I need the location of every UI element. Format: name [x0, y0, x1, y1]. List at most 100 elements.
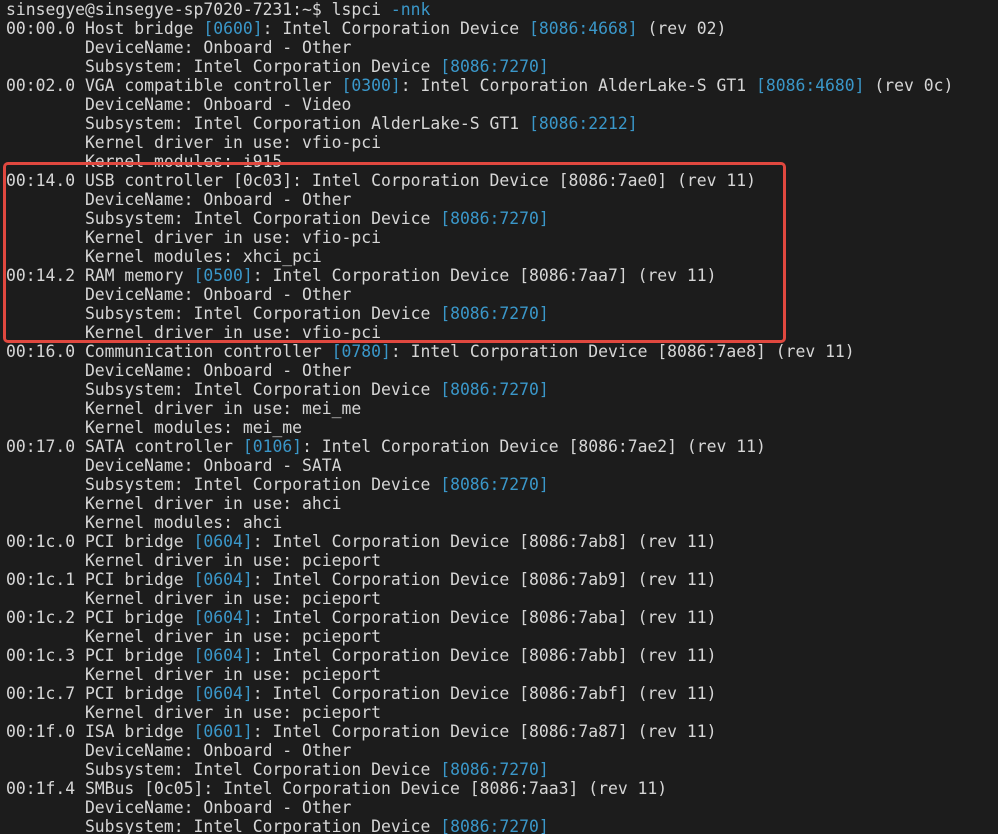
output-line: 00:1c.2 PCI bridge [0604]: Intel Corpora… — [6, 608, 953, 627]
output-line: Kernel modules: i915 — [6, 152, 953, 171]
output-line: 00:14.0 USB controller [0c03]: Intel Cor… — [6, 171, 953, 190]
output-line: Subsystem: Intel Corporation Device [808… — [6, 475, 953, 494]
output-text: Subsystem: Intel Corporation Device — [6, 380, 441, 399]
output-line: DeviceName: Onboard - Other — [6, 361, 953, 380]
output-line: Kernel driver in use: vfio-pci — [6, 133, 953, 152]
output-line: Kernel driver in use: pcieport — [6, 589, 953, 608]
terminal-window[interactable]: sinsegye@sinsegye-sp7020-7231:~$ lspci -… — [0, 0, 998, 834]
output-line: 00:1f.4 SMBus [0c05]: Intel Corporation … — [6, 779, 953, 798]
output-line: Subsystem: Intel Corporation Device [808… — [6, 57, 953, 76]
output-line: Kernel driver in use: pcieport — [6, 665, 953, 684]
output-line: 00:02.0 VGA compatible controller [0300]… — [6, 76, 953, 95]
output-text: 00:02.0 VGA compatible controller — [6, 76, 342, 95]
output-line: 00:00.0 Host bridge [0600]: Intel Corpor… — [6, 19, 953, 38]
output-text: sinsegye@sinsegye-sp7020-7231:~$ lspci — [6, 0, 391, 19]
output-text: DeviceName: Onboard - Video — [6, 95, 352, 114]
output-line: Kernel modules: ahci — [6, 513, 953, 532]
output-text: DeviceName: Onboard - Other — [6, 38, 352, 57]
output-text: Kernel modules: i915 — [6, 152, 283, 171]
output-line: Kernel driver in use: pcieport — [6, 551, 953, 570]
output-line: Subsystem: Intel Corporation Device [808… — [6, 380, 953, 399]
output-line: DeviceName: Onboard - SATA — [6, 456, 953, 475]
hex-id-text: [0604] — [193, 646, 253, 665]
output-line: Kernel modules: xhci_pci — [6, 247, 953, 266]
output-text: Subsystem: Intel Corporation Device — [6, 57, 441, 76]
output-text: 00:1f.4 SMBus [0c05]: Intel Corporation … — [6, 779, 668, 798]
output-text: DeviceName: Onboard - Other — [6, 285, 352, 304]
output-text: Kernel driver in use: vfio-pci — [6, 133, 381, 152]
output-text: : Intel Corporation Device [8086:7ab8] (… — [252, 532, 717, 551]
output-text: Kernel modules: ahci — [6, 513, 283, 532]
output-text: : Intel Corporation Device [8086:7a87] (… — [252, 722, 717, 741]
output-text: Kernel driver in use: pcieport — [6, 551, 381, 570]
output-line: DeviceName: Onboard - Other — [6, 741, 953, 760]
hex-id-text: -nnk — [390, 0, 431, 19]
output-text: 00:1c.7 PCI bridge — [6, 684, 194, 703]
terminal-output: sinsegye@sinsegye-sp7020-7231:~$ lspci -… — [6, 0, 953, 834]
hex-id-text: [8086:7270] — [440, 817, 549, 834]
hex-id-text: [0106] — [242, 437, 303, 456]
output-text: : Intel Corporation Device [8086:7aa7] (… — [252, 266, 717, 285]
output-line: Subsystem: Intel Corporation Device [808… — [6, 209, 953, 228]
hex-id-text: [0600] — [203, 19, 263, 38]
output-text: Subsystem: Intel Corporation Device — [6, 304, 441, 323]
output-text: DeviceName: Onboard - Other — [6, 741, 352, 760]
output-line: Subsystem: Intel Corporation Device [808… — [6, 760, 953, 779]
output-line: Subsystem: Intel Corporation AlderLake-S… — [6, 114, 953, 133]
output-text: : Intel Corporation Device [8086:7ae2] (… — [302, 437, 766, 456]
hex-id-text: [0604] — [193, 684, 253, 703]
output-text: : Intel Corporation Device — [262, 19, 530, 38]
output-line: 00:14.2 RAM memory [0500]: Intel Corpora… — [6, 266, 953, 285]
output-text: Subsystem: Intel Corporation Device — [6, 209, 441, 228]
output-line: DeviceName: Onboard - Other — [6, 285, 953, 304]
output-text: Kernel modules: xhci_pci — [6, 247, 322, 266]
output-text: : Intel Corporation Device [8086:7ab9] (… — [252, 570, 717, 589]
output-line: Kernel modules: mei_me — [6, 418, 953, 437]
output-text: Kernel modules: mei_me — [6, 418, 303, 437]
output-text: (rev 02) — [637, 19, 727, 38]
output-text: : Intel Corporation Device [8086:7aba] (… — [252, 608, 717, 627]
output-line: Subsystem: Intel Corporation Device [808… — [6, 304, 953, 323]
output-text: Subsystem: Intel Corporation Device — [6, 817, 441, 834]
output-line: 00:1f.0 ISA bridge [0601]: Intel Corpora… — [6, 722, 953, 741]
hex-id-text: [0780] — [331, 342, 391, 361]
output-text: DeviceName: Onboard - SATA — [6, 456, 342, 475]
output-text: Kernel driver in use: pcieport — [6, 665, 381, 684]
output-text: : Intel Corporation AlderLake-S GT1 — [400, 76, 756, 95]
output-text: 00:17.0 SATA controller — [6, 437, 243, 456]
hex-id-text: [0601] — [193, 722, 253, 741]
output-text: Subsystem: Intel Corporation AlderLake-S… — [6, 114, 530, 133]
hex-id-text: [8086:4668] — [529, 19, 638, 38]
hex-id-text: [8086:4680] — [755, 76, 865, 95]
output-line: DeviceName: Onboard - Other — [6, 798, 953, 817]
hex-id-text: [8086:7270] — [440, 57, 549, 76]
output-text: 00:1c.2 PCI bridge — [6, 608, 194, 627]
hex-id-text: [8086:7270] — [440, 304, 549, 323]
output-line: 00:1c.1 PCI bridge [0604]: Intel Corpora… — [6, 570, 953, 589]
output-text: 00:00.0 Host bridge — [6, 19, 204, 38]
hex-id-text: [0604] — [193, 608, 253, 627]
output-text: Subsystem: Intel Corporation Device — [6, 475, 441, 494]
hex-id-text: [0604] — [193, 570, 253, 589]
hex-id-text: [0300] — [341, 76, 401, 95]
output-text: : Intel Corporation Device [8086:7abf] (… — [252, 684, 717, 703]
hex-id-text: [0500] — [193, 266, 253, 285]
output-line: 00:16.0 Communication controller [0780]:… — [6, 342, 953, 361]
output-line: Subsystem: Intel Corporation Device [808… — [6, 817, 953, 834]
output-text: : Intel Corporation Device [8086:7abb] (… — [252, 646, 717, 665]
output-line: DeviceName: Onboard - Video — [6, 95, 953, 114]
output-line: DeviceName: Onboard - Other — [6, 38, 953, 57]
output-text: Kernel driver in use: pcieport — [6, 627, 381, 646]
output-text: 00:16.0 Communication controller — [6, 342, 332, 361]
output-text: 00:14.2 RAM memory — [6, 266, 194, 285]
output-text: : Intel Corporation Device [8086:7ae8] (… — [390, 342, 855, 361]
output-text: Kernel driver in use: vfio-pci — [6, 323, 381, 342]
output-line: 00:1c.3 PCI bridge [0604]: Intel Corpora… — [6, 646, 953, 665]
output-text: Kernel driver in use: pcieport — [6, 703, 381, 722]
output-text: 00:1c.1 PCI bridge — [6, 570, 194, 589]
output-text: 00:1f.0 ISA bridge — [6, 722, 194, 741]
hex-id-text: [8086:7270] — [440, 760, 549, 779]
output-text: Kernel driver in use: pcieport — [6, 589, 381, 608]
output-line: Kernel driver in use: vfio-pci — [6, 228, 953, 247]
output-text: Kernel driver in use: ahci — [6, 494, 342, 513]
